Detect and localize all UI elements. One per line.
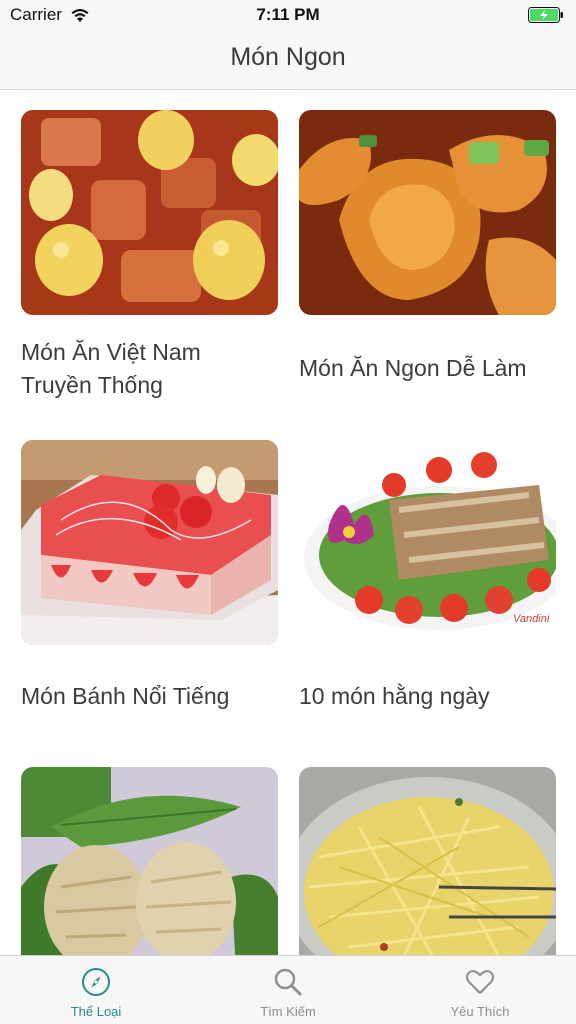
- tab-tim-kiem[interactable]: Tìm Kiếm: [192, 956, 384, 1024]
- clock: 7:11 PM: [256, 5, 320, 24]
- category-title-line1: 10 món hằng ngày: [299, 683, 490, 709]
- heart-icon: [464, 966, 496, 998]
- compass-icon: [80, 966, 112, 998]
- watermark-logo: Vandini: [513, 613, 550, 625]
- category-grid[interactable]: Món Ăn Việt Nam Truyền Thống Món Ăn Ngon…: [0, 91, 576, 955]
- category-title-line1: Món Ăn Ngon Dễ Làm: [299, 355, 527, 381]
- tab-the-loai[interactable]: Thể Loại: [0, 956, 192, 1024]
- tab-yeu-thich[interactable]: Yêu Thích: [384, 956, 576, 1024]
- braised-pork-eggs-image: [21, 110, 278, 315]
- category-title: Món Ăn Việt Nam Truyền Thống: [21, 336, 278, 402]
- page-title: Món Ngon: [230, 43, 346, 71]
- search-icon: [272, 966, 304, 998]
- status-bar: Carrier 7:11 PM: [0, 0, 576, 30]
- category-card[interactable]: [299, 767, 556, 955]
- strawberry-cake-image: [21, 440, 278, 645]
- battery-icon: [528, 7, 564, 23]
- category-title: Món Bánh Nổi Tiếng: [21, 680, 278, 713]
- category-title-line1: Món Bánh Nổi Tiếng: [21, 683, 230, 709]
- category-card[interactable]: Vandini 10 món hằng ngày: [299, 440, 556, 709]
- tab-label: Yêu Thích: [450, 1004, 510, 1019]
- category-card[interactable]: [21, 767, 278, 955]
- papaya-salad-image: [299, 767, 556, 955]
- tab-label: Thể Loại: [70, 1004, 122, 1019]
- category-card[interactable]: Món Ăn Việt Nam Truyền Thống: [21, 110, 278, 398]
- category-card[interactable]: Món Bánh Nổi Tiếng: [21, 440, 278, 709]
- tab-bar: Thể Loại Tìm Kiếm Yêu Thích: [0, 955, 576, 1024]
- fried-rolls-greens-image: [21, 767, 278, 955]
- category-title-line1: Món Ăn Việt Nam: [21, 339, 201, 365]
- tab-label: Tìm Kiếm: [260, 1004, 316, 1019]
- category-card[interactable]: Món Ăn Ngon Dễ Làm: [299, 110, 556, 381]
- category-title-line2: Truyền Thống: [21, 372, 163, 398]
- shrimp-dish-image: [299, 110, 556, 315]
- category-title: Món Ăn Ngon Dễ Làm: [299, 352, 556, 385]
- category-title: 10 món hằng ngày: [299, 680, 556, 713]
- navigation-bar: Món Ngon: [0, 30, 576, 90]
- fried-fish-plate-image: Vandini: [299, 440, 556, 645]
